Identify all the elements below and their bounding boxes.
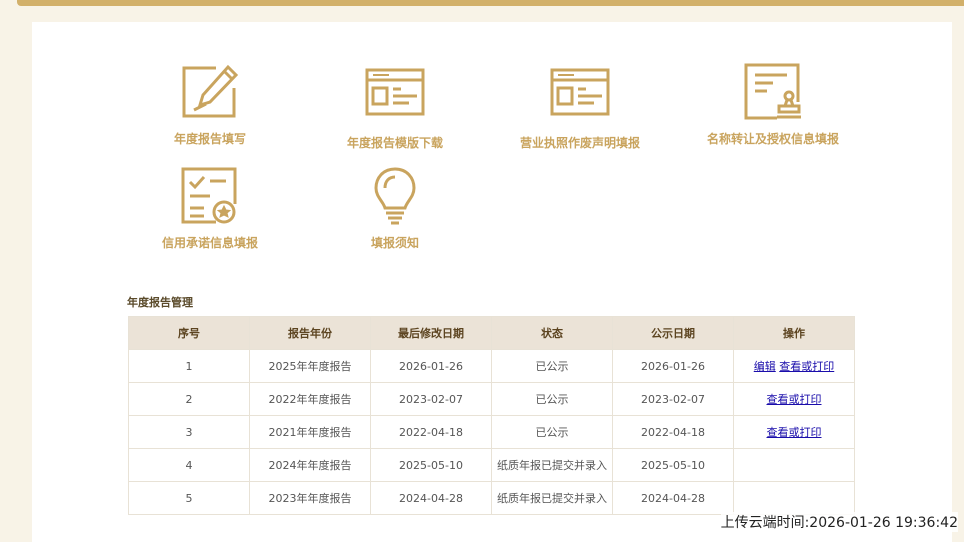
- table-row: 1 2025年年度报告 2026-01-26 已公示 2026-01-26 编辑…: [128, 349, 855, 383]
- cell-modified: 2022-04-18: [370, 415, 492, 449]
- cell-actions: 查看或打印: [733, 415, 855, 449]
- view-print-link[interactable]: 查看或打印: [779, 360, 834, 373]
- cell-modified: 2023-02-07: [370, 382, 492, 416]
- table-row: 5 2023年年度报告 2024-04-28 纸质年报已提交并录入 2024-0…: [128, 481, 855, 515]
- tile-license-void[interactable]: 营业执照作废声明填报: [485, 68, 675, 151]
- table-row: 3 2021年年度报告 2022-04-18 已公示 2022-04-18 查看…: [128, 415, 855, 449]
- tile-name-transfer[interactable]: 名称转让及授权信息填报: [678, 62, 868, 147]
- edit-link[interactable]: 编辑: [754, 360, 776, 373]
- tile-label: 年度报告填写: [173, 132, 246, 146]
- cell-actions: 编辑 查看或打印: [733, 349, 855, 383]
- column-header: 状态: [491, 316, 613, 350]
- tile-annual-report-fill[interactable]: 年度报告填写: [115, 64, 305, 147]
- tile-label: 年度报告模版下载: [346, 136, 443, 150]
- tile-filing-notes[interactable]: 填报须知: [300, 166, 490, 251]
- cell-status: 已公示: [491, 382, 613, 416]
- annual-report-table: 序号 报告年份 最后修改日期 状态 公示日期 操作 1 2025年年度报告 20…: [128, 316, 855, 515]
- cell-status: 已公示: [491, 415, 613, 449]
- top-accent-bar: [17, 0, 964, 6]
- cell-no: 1: [128, 349, 250, 383]
- lightbulb-icon: [300, 166, 490, 226]
- tile-template-download[interactable]: 年度报告模版下载: [300, 68, 490, 151]
- column-header: 操作: [733, 316, 855, 350]
- cell-published: 2026-01-26: [612, 349, 734, 383]
- cell-no: 4: [128, 448, 250, 482]
- tile-credit-commitment[interactable]: 信用承诺信息填报: [115, 166, 305, 251]
- cell-status: 纸质年报已提交并录入: [491, 481, 613, 515]
- cell-published: 2022-04-18: [612, 415, 734, 449]
- cell-actions: 查看或打印: [733, 382, 855, 416]
- tile-label: 营业执照作废声明填报: [519, 136, 640, 150]
- certificate-stamp-icon: [678, 62, 868, 122]
- column-header: 序号: [128, 316, 250, 350]
- cell-status: 已公示: [491, 349, 613, 383]
- cell-modified: 2025-05-10: [370, 448, 492, 482]
- license-void-icon: [485, 68, 675, 118]
- cell-year: 2021年年度报告: [249, 415, 371, 449]
- column-header: 报告年份: [249, 316, 371, 350]
- tile-label: 填报须知: [370, 236, 419, 250]
- cell-year: 2022年年度报告: [249, 382, 371, 416]
- cell-no: 3: [128, 415, 250, 449]
- column-header: 公示日期: [612, 316, 734, 350]
- table-row: 2 2022年年度报告 2023-02-07 已公示 2023-02-07 查看…: [128, 382, 855, 416]
- tile-label: 信用承诺信息填报: [161, 236, 258, 250]
- section-title: 年度报告管理: [127, 296, 193, 309]
- view-print-link[interactable]: 查看或打印: [767, 393, 822, 406]
- template-download-icon: [300, 68, 490, 118]
- cell-no: 2: [128, 382, 250, 416]
- cell-published: 2025-05-10: [612, 448, 734, 482]
- checklist-commitment-icon: [115, 166, 305, 226]
- cell-status: 纸质年报已提交并录入: [491, 448, 613, 482]
- cell-no: 5: [128, 481, 250, 515]
- table-row: 4 2024年年度报告 2025-05-10 纸质年报已提交并录入 2025-0…: [128, 448, 855, 482]
- cell-modified: 2026-01-26: [370, 349, 492, 383]
- cell-actions: [733, 481, 855, 515]
- cell-year: 2023年年度报告: [249, 481, 371, 515]
- cell-year: 2024年年度报告: [249, 448, 371, 482]
- table-header-row: 序号 报告年份 最后修改日期 状态 公示日期 操作: [128, 316, 855, 350]
- cell-modified: 2024-04-28: [370, 481, 492, 515]
- cell-actions: [733, 448, 855, 482]
- tile-label: 名称转让及授权信息填报: [706, 132, 839, 146]
- upload-time-label: 上传云端时间:2026-01-26 19:36:42: [720, 512, 958, 532]
- cell-published: 2023-02-07: [612, 382, 734, 416]
- cell-year: 2025年年度报告: [249, 349, 371, 383]
- cell-published: 2024-04-28: [612, 481, 734, 515]
- column-header: 最后修改日期: [370, 316, 492, 350]
- pencil-edit-icon: [115, 64, 305, 120]
- view-print-link[interactable]: 查看或打印: [767, 426, 822, 439]
